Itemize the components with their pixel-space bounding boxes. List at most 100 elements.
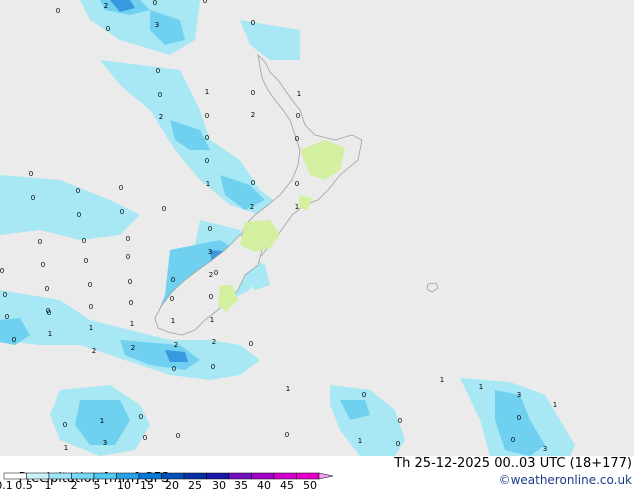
station-value: 0 (251, 19, 255, 27)
station-value: 0 (12, 336, 16, 344)
station-value: 1 (440, 376, 444, 384)
station-value: 0 (84, 257, 88, 265)
legend-swatch (48, 472, 72, 480)
legend-label: 25 (188, 479, 202, 490)
station-value: 2 (251, 111, 255, 119)
station-value: 1 (358, 437, 362, 445)
station-value: 0 (89, 303, 93, 311)
station-value: 0 (517, 414, 521, 422)
station-value: 3 (155, 21, 159, 29)
station-value: 0 (139, 413, 143, 421)
station-value: 0 (170, 295, 174, 303)
station-value: 0 (203, 0, 207, 5)
station-value: 1 (479, 383, 483, 391)
station-value: 0 (3, 291, 7, 299)
map-footer: Precipitation [mm] GFS Th 25-12-2025 00.… (0, 456, 634, 490)
station-value: 1 (100, 417, 104, 425)
legend-label: 30 (212, 479, 226, 490)
legend-label: 20 (165, 479, 179, 490)
precipitation-map: 0 2 0 0 0 3 0 0 0 1 0 1 2 0 2 0 0 0 0 1 0 0 0 0 2 1 0 0 0 0 0 0 0 0 0 0 0 0 0 0… (0, 0, 634, 456)
station-value: 0 (38, 238, 42, 246)
station-value: 2 (92, 347, 96, 355)
legend-label: 5 (94, 479, 101, 490)
station-value: 0 (171, 276, 175, 284)
legend-colorbar: 0.10.5125101520253035404550 (0, 472, 334, 490)
station-value: 0 (45, 285, 49, 293)
station-value: 0 (120, 208, 124, 216)
station-value: 0 (156, 67, 160, 75)
station-value: 0 (129, 299, 133, 307)
station-value: 1 (286, 385, 290, 393)
station-value: 0 (362, 391, 366, 399)
station-value: 2 (159, 113, 163, 121)
station-value: 2 (250, 203, 254, 211)
station-value: 3 (543, 445, 547, 453)
station-value: 0 (249, 340, 253, 348)
station-value: 0 (205, 112, 209, 120)
station-value: 2 (174, 341, 178, 349)
station-value: 0 (158, 91, 162, 99)
legend-label: 40 (257, 479, 271, 490)
station-value: 0 (396, 440, 400, 448)
station-value: 1 (210, 316, 214, 324)
station-value: 0 (205, 157, 209, 165)
legend-label: 15 (140, 479, 154, 490)
station-value: 1 (64, 444, 68, 452)
station-value: 0 (176, 432, 180, 440)
station-value: 0 (126, 253, 130, 261)
station-value: 0 (0, 267, 4, 275)
station-value: 0 (63, 421, 67, 429)
station-value: 2 (104, 2, 108, 10)
legend-label: 1 (45, 479, 52, 490)
station-value: 0 (296, 112, 300, 120)
station-value: 0 (128, 278, 132, 286)
station-value: 2 (209, 271, 213, 279)
station-value: 0 (47, 309, 51, 317)
station-value: 0 (153, 0, 157, 7)
station-value: 0 (126, 235, 130, 243)
station-value: 2 (212, 338, 216, 346)
legend-label: 45 (280, 479, 294, 490)
station-value: 0 (295, 180, 299, 188)
legend-label: 10 (117, 479, 131, 490)
station-value: 0 (205, 134, 209, 142)
station-value: 1 (171, 317, 175, 325)
station-value: 0 (208, 225, 212, 233)
station-value: 0 (172, 365, 176, 373)
station-value: 2 (131, 344, 135, 352)
station-value: 0 (251, 89, 255, 97)
station-value: 3 (517, 391, 521, 399)
station-value: 1 (295, 203, 299, 211)
station-value: 0 (511, 436, 515, 444)
station-value: 0 (106, 25, 110, 33)
station-value: 0 (88, 281, 92, 289)
station-value: 1 (206, 180, 210, 188)
credit-link[interactable]: ©weatheronline.co.uk (499, 473, 632, 487)
station-value: 0 (5, 313, 9, 321)
station-value: 0 (285, 431, 289, 439)
station-value: 0 (143, 434, 147, 442)
station-value: 0 (295, 135, 299, 143)
station-value: 0 (398, 417, 402, 425)
station-value: 0 (209, 293, 213, 301)
station-value: 0 (31, 194, 35, 202)
station-value: 0 (162, 205, 166, 213)
station-value: 0 (214, 269, 218, 277)
station-value: 0 (119, 184, 123, 192)
station-value: 1 (89, 324, 93, 332)
legend-label: 2 (71, 479, 78, 490)
station-value: 3 (103, 439, 107, 447)
station-value: 0 (77, 211, 81, 219)
legend-label: 0.1 (0, 479, 13, 490)
station-value: 1 (130, 320, 134, 328)
valid-time: Th 25-12-2025 00..03 UTC (18+177) (394, 456, 632, 471)
legend-label: 50 (303, 479, 317, 490)
station-value: 1 (205, 88, 209, 96)
station-value: 0 (56, 7, 60, 15)
station-value: 3 (208, 248, 212, 256)
station-value: 0 (41, 261, 45, 269)
station-value: 0 (251, 179, 255, 187)
station-value: 0 (82, 237, 86, 245)
station-value: 1 (297, 90, 301, 98)
station-value: 1 (553, 401, 557, 409)
